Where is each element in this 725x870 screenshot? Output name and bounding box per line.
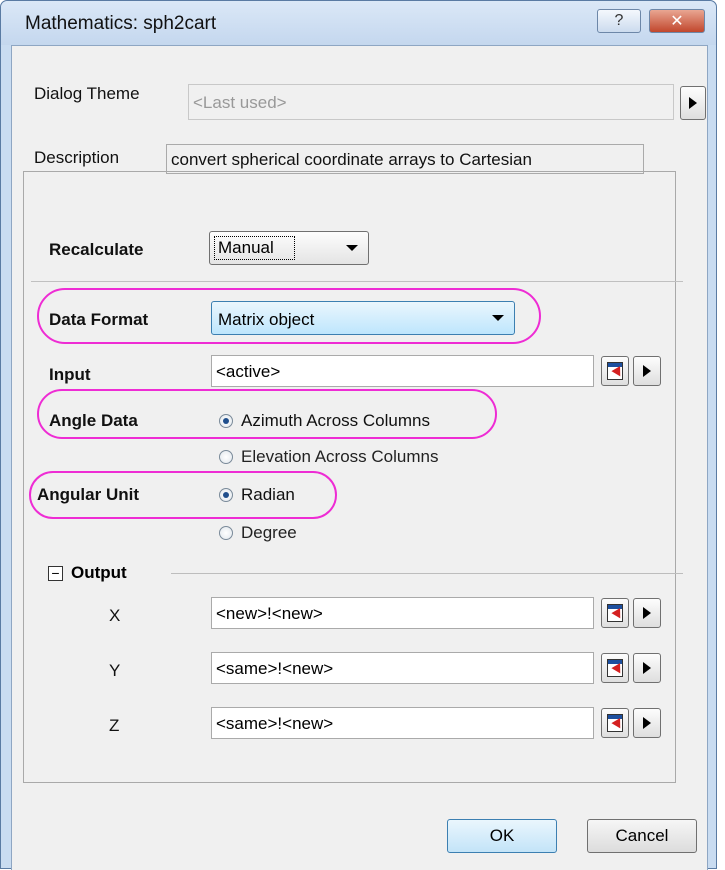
radio-degree[interactable]: Degree (219, 523, 297, 543)
output-x-menu-button[interactable] (633, 598, 661, 628)
expand-arrow-icon (643, 662, 651, 674)
recalculate-select[interactable]: Manual (209, 231, 369, 265)
expand-arrow-icon (643, 717, 651, 729)
radio-elevation-across-columns[interactable]: Elevation Across Columns (219, 447, 438, 467)
description-label: Description (34, 148, 120, 167)
dropdown-arrow-icon (492, 315, 504, 321)
help-button[interactable]: ? (597, 9, 641, 33)
output-y-pick-button[interactable] (601, 653, 629, 683)
description-field: convert spherical coordinate arrays to C… (166, 144, 644, 174)
output-label: Output (71, 563, 127, 582)
radio-label: Azimuth Across Columns (241, 411, 430, 430)
radio-azimuth-across-columns[interactable]: Azimuth Across Columns (219, 411, 430, 431)
close-button[interactable]: ✕ (649, 9, 705, 33)
dialog-theme-label: Dialog Theme (34, 84, 140, 103)
recalculate-value: Manual (214, 236, 295, 260)
pick-column-icon (607, 714, 625, 732)
output-x-label: X (109, 606, 121, 625)
pick-column-icon (607, 604, 625, 622)
expand-arrow-icon (643, 607, 651, 619)
data-format-value: Matrix object (218, 310, 315, 329)
radio-radian[interactable]: Radian (219, 485, 295, 505)
dropdown-arrow-icon (346, 245, 358, 251)
close-icon: ✕ (670, 13, 684, 30)
dialog-theme-menu-button[interactable] (680, 86, 706, 120)
angular-unit-label: Angular Unit (37, 485, 139, 504)
radio-label: Degree (241, 523, 297, 542)
dialog-title: Mathematics: sph2cart (25, 13, 217, 34)
pick-column-icon (607, 362, 625, 380)
input-label: Input (49, 365, 91, 384)
data-format-label: Data Format (49, 310, 149, 329)
input-menu-button[interactable] (633, 356, 661, 386)
collapse-box-icon[interactable]: − (48, 565, 63, 581)
output-section-header[interactable]: − Output (48, 563, 683, 583)
separator (31, 281, 683, 282)
radio-unselected-icon (219, 526, 233, 540)
output-x-pick-button[interactable] (601, 598, 629, 628)
radio-label: Radian (241, 485, 295, 504)
expand-arrow-icon (689, 97, 697, 109)
output-z-label: Z (109, 716, 120, 735)
dialog-theme-field[interactable]: <Last used> (188, 84, 674, 120)
output-x-field[interactable]: <new>!<new> (211, 597, 594, 629)
dialog-window: Mathematics: sph2cart ? ✕ Dialog Theme <… (0, 0, 717, 870)
output-z-field[interactable]: <same>!<new> (211, 707, 594, 739)
cancel-button[interactable]: Cancel (587, 819, 697, 853)
output-z-menu-button[interactable] (633, 708, 661, 738)
output-y-menu-button[interactable] (633, 653, 661, 683)
radio-label: Elevation Across Columns (241, 447, 439, 466)
input-pick-button[interactable] (601, 356, 629, 386)
output-y-field[interactable]: <same>!<new> (211, 652, 594, 684)
help-icon: ? (614, 12, 624, 29)
title-bar[interactable]: Mathematics: sph2cart ? ✕ (1, 1, 716, 45)
radio-unselected-icon (219, 450, 233, 464)
radio-selected-icon (219, 488, 233, 502)
output-z-pick-button[interactable] (601, 708, 629, 738)
recalculate-label: Recalculate (49, 240, 144, 259)
radio-selected-icon (219, 414, 233, 428)
input-field[interactable]: <active> (211, 355, 594, 387)
data-format-select[interactable]: Matrix object (211, 301, 515, 335)
pick-column-icon (607, 659, 625, 677)
angle-data-label: Angle Data (49, 411, 138, 430)
ok-button[interactable]: OK (447, 819, 557, 853)
output-y-label: Y (109, 661, 121, 680)
output-rule (171, 573, 683, 574)
expand-arrow-icon (643, 365, 651, 377)
